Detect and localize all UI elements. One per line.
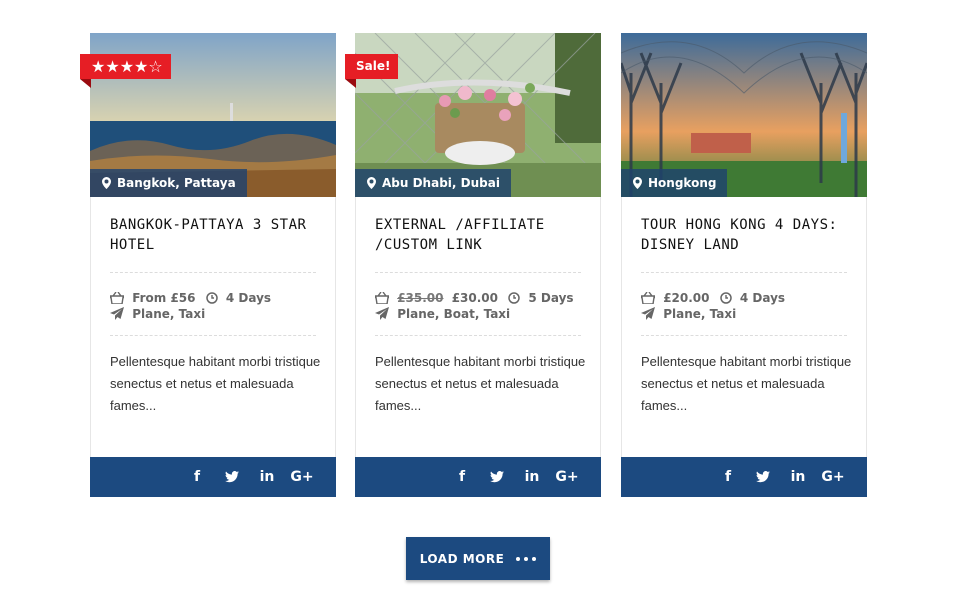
map-marker-icon xyxy=(367,177,376,189)
tour-excerpt: Pellentesque habitant morbi tristique se… xyxy=(110,354,321,413)
linkedin-icon[interactable]: in xyxy=(255,465,279,489)
divider xyxy=(110,335,316,336)
tour-meta: £35.00 £30.00 5 Days Plane, Boat, Taxi xyxy=(374,290,587,322)
ellipsis-icon xyxy=(516,556,537,561)
share-bar: f in G+ xyxy=(355,457,601,497)
twitter-icon[interactable] xyxy=(220,465,244,489)
twitter-icon[interactable] xyxy=(485,465,509,489)
basket-icon xyxy=(374,291,390,305)
transport: Plane, Taxi xyxy=(132,307,206,321)
rating-badge: ★★★★☆ xyxy=(80,54,171,88)
linkedin-icon[interactable]: in xyxy=(520,465,544,489)
paper-plane-icon xyxy=(641,307,655,320)
location-label: Abu Dhabi, Dubai xyxy=(382,176,500,190)
transport-item: Plane, Boat, Taxi xyxy=(375,307,510,321)
tour-title[interactable]: External /Affiliate /Custom Link xyxy=(375,215,587,255)
tour-title[interactable]: Tour Hong Kong 4 Days: Disney Land xyxy=(641,215,853,255)
google-plus-icon[interactable]: G+ xyxy=(821,465,845,489)
map-marker-icon xyxy=(102,177,111,189)
clock-icon xyxy=(508,292,520,304)
duration-item: 4 Days xyxy=(205,291,272,305)
clock-icon xyxy=(719,292,732,304)
location-tag: Hongkong xyxy=(621,169,728,197)
share-bar: f in G+ xyxy=(621,457,867,497)
tour-meta: £20.00 4 Days Plane, Taxi xyxy=(640,290,853,322)
clock-icon xyxy=(205,292,218,304)
divider xyxy=(375,335,581,336)
basket-icon xyxy=(109,291,125,305)
basket-icon xyxy=(640,291,656,305)
old-price: £35.00 xyxy=(397,291,444,305)
load-more-button[interactable]: LOAD MORE xyxy=(406,537,550,580)
price-item: From £56 xyxy=(109,291,200,305)
facebook-icon[interactable]: f xyxy=(716,465,740,489)
tour-excerpt: Pellentesque habitant morbi tristique se… xyxy=(641,354,852,413)
price: From £56 xyxy=(132,291,196,305)
google-plus-icon[interactable]: G+ xyxy=(555,465,579,489)
share-bar: f in G+ xyxy=(90,457,336,497)
tour-card: Bangkok, Pattaya ★★★★☆ Bangkok-Pattaya 3… xyxy=(80,33,336,497)
tour-card: Hongkong Tour Hong Kong 4 Days: Disney L… xyxy=(621,33,867,497)
duration: 4 Days xyxy=(225,291,272,305)
price-item: £20.00 xyxy=(640,291,714,305)
duration: 4 Days xyxy=(739,291,786,305)
location-tag: Bangkok, Pattaya xyxy=(90,169,247,197)
paper-plane-icon xyxy=(375,307,389,320)
price: £30.00 xyxy=(451,291,498,305)
duration-item: 4 Days xyxy=(719,291,786,305)
price: £20.00 xyxy=(663,291,710,305)
paper-plane-icon xyxy=(110,307,124,320)
divider xyxy=(641,272,847,273)
tour-image[interactable]: Hongkong xyxy=(621,33,867,197)
linkedin-icon[interactable]: in xyxy=(786,465,810,489)
transport: Plane, Boat, Taxi xyxy=(397,307,511,321)
tour-excerpt: Pellentesque habitant morbi tristique se… xyxy=(375,354,586,413)
map-marker-icon xyxy=(633,177,642,189)
facebook-icon[interactable]: f xyxy=(185,465,209,489)
duration-item: 5 Days xyxy=(508,291,574,305)
tour-card: Abu Dhabi, Dubai Sale! External /Affilia… xyxy=(345,33,601,497)
location-label: Bangkok, Pattaya xyxy=(117,176,236,190)
google-plus-icon[interactable]: G+ xyxy=(290,465,314,489)
sale-badge: Sale! xyxy=(345,54,399,88)
location-tag: Abu Dhabi, Dubai xyxy=(355,169,511,197)
price-item: £35.00 £30.00 xyxy=(374,291,502,305)
tour-title[interactable]: Bangkok-Pattaya 3 Star Hotel xyxy=(110,215,322,255)
location-label: Hongkong xyxy=(648,176,717,190)
divider xyxy=(375,272,581,273)
facebook-icon[interactable]: f xyxy=(450,465,474,489)
divider xyxy=(641,335,847,336)
tour-meta: From £56 4 Days Plane, Taxi xyxy=(109,290,322,322)
transport-item: Plane, Taxi xyxy=(110,307,205,321)
divider xyxy=(110,272,316,273)
load-more-label: LOAD MORE xyxy=(419,551,505,566)
transport-item: Plane, Taxi xyxy=(641,307,736,321)
duration: 5 Days xyxy=(528,291,574,305)
twitter-icon[interactable] xyxy=(751,465,775,489)
transport: Plane, Taxi xyxy=(663,307,737,321)
